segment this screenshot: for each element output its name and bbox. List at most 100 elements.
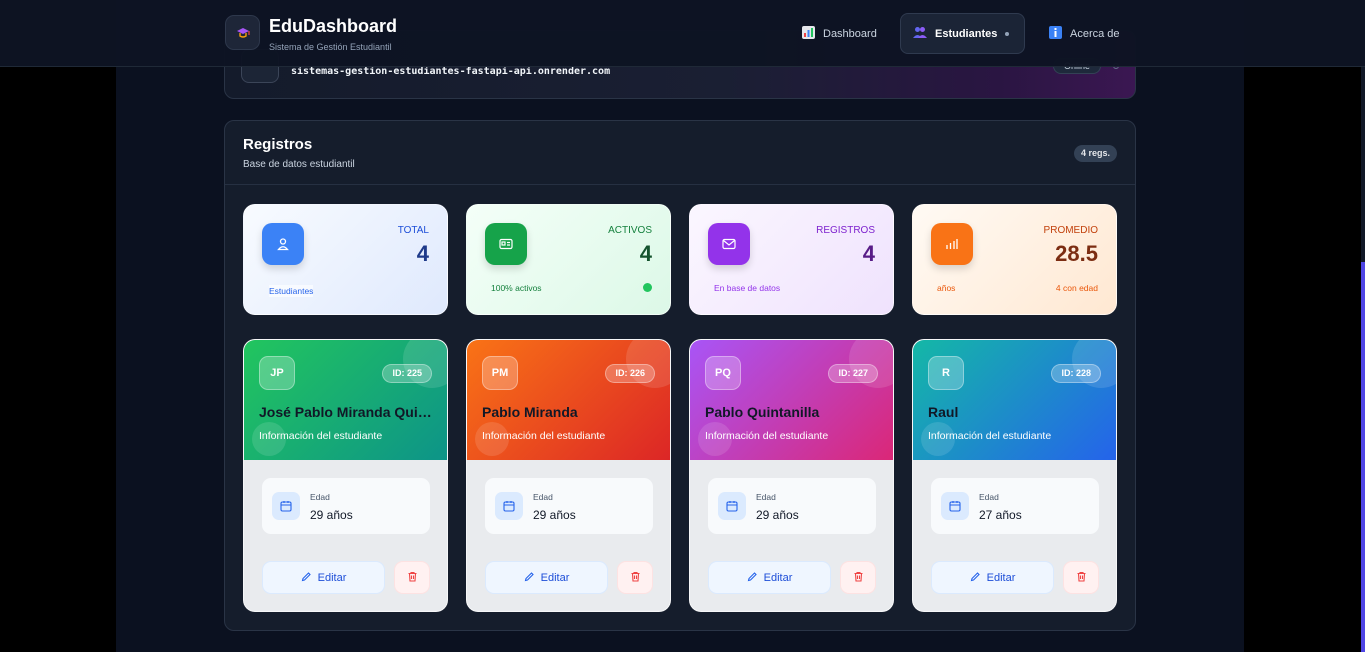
calendar-icon (272, 492, 300, 520)
student-card-header: PQ ID: 227 Pablo Quintanilla Información… (690, 340, 893, 460)
age-label: Edad (756, 492, 776, 502)
edit-button[interactable]: Editar (485, 561, 608, 594)
delete-button[interactable] (617, 561, 653, 594)
stat-footer: Estudiantes (269, 285, 314, 297)
student-id-badge: ID: 227 (828, 364, 878, 383)
pencil-icon (970, 571, 981, 585)
avatar: R (928, 356, 964, 390)
stat-label: PROMEDIO (1043, 225, 1098, 236)
nav-estudiantes[interactable]: Estudiantes (900, 13, 1025, 54)
registros-title: Registros (243, 136, 313, 153)
user-icon (262, 223, 304, 265)
age-box: Edad 29 años (708, 478, 876, 534)
edit-button[interactable]: Editar (708, 561, 831, 594)
stat-footer-right: 4 con edad (1055, 283, 1098, 293)
avatar: PM (482, 356, 518, 390)
nav-dashboard-label: Dashboard (823, 27, 877, 40)
calendar-icon (495, 492, 523, 520)
nav-dashboard[interactable]: Dashboard (790, 13, 889, 54)
student-card: JP ID: 225 José Pablo Miranda Quintanill… (243, 339, 448, 612)
avatar: JP (259, 356, 295, 390)
info-icon (1049, 25, 1062, 42)
student-name: José Pablo Miranda Quintanilla (259, 404, 439, 420)
age-box: Edad 29 años (485, 478, 653, 534)
stat-card-total: TOTAL 4 Estudiantes (243, 204, 448, 315)
brand-title[interactable]: EduDashboard (269, 16, 397, 37)
bar-chart-icon (931, 223, 973, 265)
student-info: Información del estudiante (928, 430, 1052, 442)
age-box: Edad 29 años (262, 478, 430, 534)
stat-footer: 100% activos (491, 283, 542, 293)
nav-estudiantes-label: Estudiantes (935, 27, 998, 40)
student-card: PM ID: 226 Pablo Miranda Información del… (466, 339, 671, 612)
trash-icon (853, 569, 864, 587)
delete-button[interactable] (840, 561, 876, 594)
stat-label: TOTAL (397, 225, 429, 236)
trash-icon (407, 569, 418, 587)
edit-label: Editar (763, 571, 793, 584)
stat-value: 4 (862, 241, 875, 266)
delete-button[interactable] (1063, 561, 1099, 594)
stat-value: 4 (639, 241, 652, 266)
top-header: EduDashboard Sistema de Gestión Estudian… (0, 0, 1365, 67)
stat-value: 4 (416, 241, 429, 266)
student-id-badge: ID: 228 (1051, 364, 1101, 383)
age-label: Edad (979, 492, 999, 502)
records-count-badge: 4 regs. (1073, 145, 1117, 162)
pencil-icon (524, 571, 535, 585)
student-info: Información del estudiante (705, 430, 829, 442)
registros-header: Registros Base de datos estudiantil 4 re… (225, 121, 1135, 185)
graduation-cap-icon[interactable] (225, 15, 260, 50)
stat-footer: años (937, 283, 956, 293)
trash-icon (630, 569, 641, 587)
student-card-header: R ID: 228 Raul Información del estudiant… (913, 340, 1116, 460)
mail-icon (708, 223, 750, 265)
stat-footer: En base de datos (714, 283, 781, 293)
student-card: PQ ID: 227 Pablo Quintanilla Información… (689, 339, 894, 612)
active-indicator-dot (1005, 31, 1010, 36)
nav-acerca-de[interactable]: Acerca de (1037, 13, 1132, 54)
student-id-badge: ID: 225 (382, 364, 432, 383)
student-name: Pablo Quintanilla (705, 404, 820, 420)
bar-chart-icon (802, 25, 815, 42)
edit-button[interactable]: Editar (262, 561, 385, 594)
edit-label: Editar (317, 571, 347, 584)
stat-value: 28.5 (1055, 241, 1098, 266)
stat-label: REGISTROS (816, 225, 875, 236)
age-value: 29 años (310, 508, 353, 522)
age-value: 29 años (533, 508, 576, 522)
edit-button[interactable]: Editar (931, 561, 1054, 594)
student-info: Información del estudiante (482, 430, 606, 442)
edit-label: Editar (986, 571, 1016, 584)
calendar-icon (718, 492, 746, 520)
calendar-icon (941, 492, 969, 520)
brand-subtitle: Sistema de Gestión Estudiantil (269, 42, 392, 52)
student-info: Información del estudiante (259, 430, 383, 442)
pencil-icon (747, 571, 758, 585)
age-box: Edad 27 años (931, 478, 1099, 534)
student-name: Pablo Miranda (482, 404, 578, 420)
registros-subtitle: Base de datos estudiantil (243, 159, 355, 170)
avatar: PQ (705, 356, 741, 390)
edit-label: Editar (540, 571, 570, 584)
pencil-icon (301, 571, 312, 585)
age-label: Edad (533, 492, 553, 502)
student-card-header: JP ID: 225 José Pablo Miranda Quintanill… (244, 340, 447, 460)
users-icon (913, 26, 927, 41)
age-value: 27 años (979, 508, 1022, 522)
active-status-dot (643, 283, 652, 292)
student-id-badge: ID: 226 (605, 364, 655, 383)
delete-button[interactable] (394, 561, 430, 594)
age-value: 29 años (756, 508, 799, 522)
nav-acerca-de-label: Acerca de (1070, 27, 1120, 40)
stat-label: ACTIVOS (608, 225, 652, 236)
registros-panel: Registros Base de datos estudiantil 4 re… (224, 120, 1136, 631)
id-card-icon (485, 223, 527, 265)
scrollbar-thumb[interactable] (1361, 262, 1365, 652)
trash-icon (1076, 569, 1087, 587)
student-name: Raul (928, 404, 959, 420)
stat-card-promedio: PROMEDIO 28.5 años 4 con edad (912, 204, 1117, 315)
stat-card-activos: ACTIVOS 4 100% activos (466, 204, 671, 315)
stat-card-registros: REGISTROS 4 En base de datos (689, 204, 894, 315)
api-url: sistemas-gestion-estudiantes-fastapi-api… (291, 66, 611, 77)
